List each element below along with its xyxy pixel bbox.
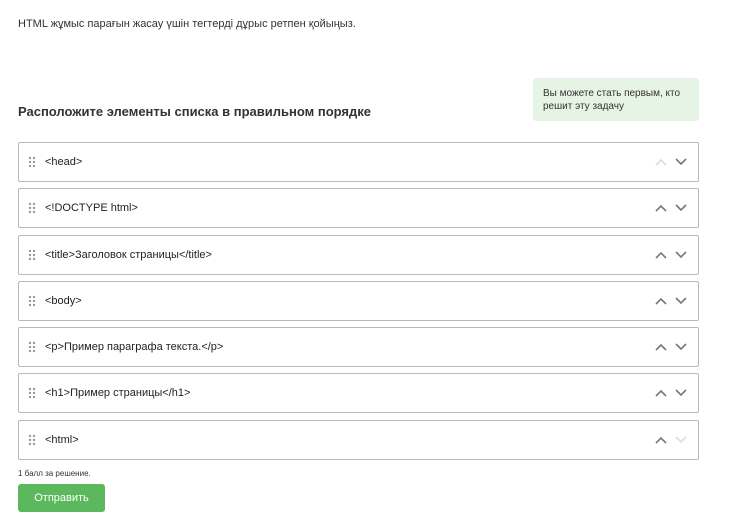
points-note: 1 балл за решение. [18,469,91,478]
list-item-label: <head> [45,156,83,168]
first-solver-hint: Вы можете стать первым, кто решит эту за… [533,78,699,121]
chevron-up-icon[interactable] [654,248,668,262]
chevron-down-icon[interactable] [674,201,688,215]
list-item[interactable]: <p>Пример параграфа текста.</p> [18,327,699,368]
chevron-down-icon[interactable] [674,433,688,447]
list-item-label: <html> [45,433,79,446]
chevron-down-icon[interactable] [674,386,688,400]
chevron-up-icon[interactable] [654,386,668,400]
drag-handle-icon[interactable] [27,387,37,399]
instruction-text: HTML жұмыс парағын жасау үшін тегтерді д… [18,18,356,30]
list-item[interactable]: <head> [18,142,699,182]
chevron-up-icon[interactable] [654,155,668,169]
list-item-label: <body> [45,294,82,307]
submit-button[interactable]: Отправить [18,484,105,512]
chevron-down-icon[interactable] [674,294,688,308]
list-item[interactable]: <body> [18,280,699,321]
chevron-up-icon[interactable] [654,433,668,447]
chevron-down-icon[interactable] [674,340,688,354]
sortable-list: <head> <!DOCTYPE html> <title>Заголовок … [18,142,699,466]
drag-handle-icon[interactable] [27,295,37,307]
list-item[interactable]: <h1>Пример страницы</h1> [18,373,699,414]
chevron-down-icon[interactable] [674,248,688,262]
drag-handle-icon[interactable] [27,202,37,214]
task-title: Расположите элементы списка в правильном… [18,104,371,119]
drag-handle-icon[interactable] [27,434,37,446]
chevron-up-icon[interactable] [654,294,668,308]
list-item[interactable]: <html> [18,419,699,460]
list-item-label: <p>Пример параграфа текста.</p> [45,341,224,354]
chevron-up-icon[interactable] [654,201,668,215]
list-item[interactable]: <title>Заголовок страницы</title> [18,234,699,275]
list-item-label: <!DOCTYPE html> [45,202,138,215]
drag-handle-icon[interactable] [27,341,37,353]
chevron-down-icon[interactable] [674,155,688,169]
list-item[interactable]: <!DOCTYPE html> [18,188,699,229]
drag-handle-icon[interactable] [27,156,37,168]
list-item-label: <title>Заголовок страницы</title> [45,248,212,261]
list-item-label: <h1>Пример страницы</h1> [45,387,191,400]
chevron-up-icon[interactable] [654,340,668,354]
drag-handle-icon[interactable] [27,249,37,261]
